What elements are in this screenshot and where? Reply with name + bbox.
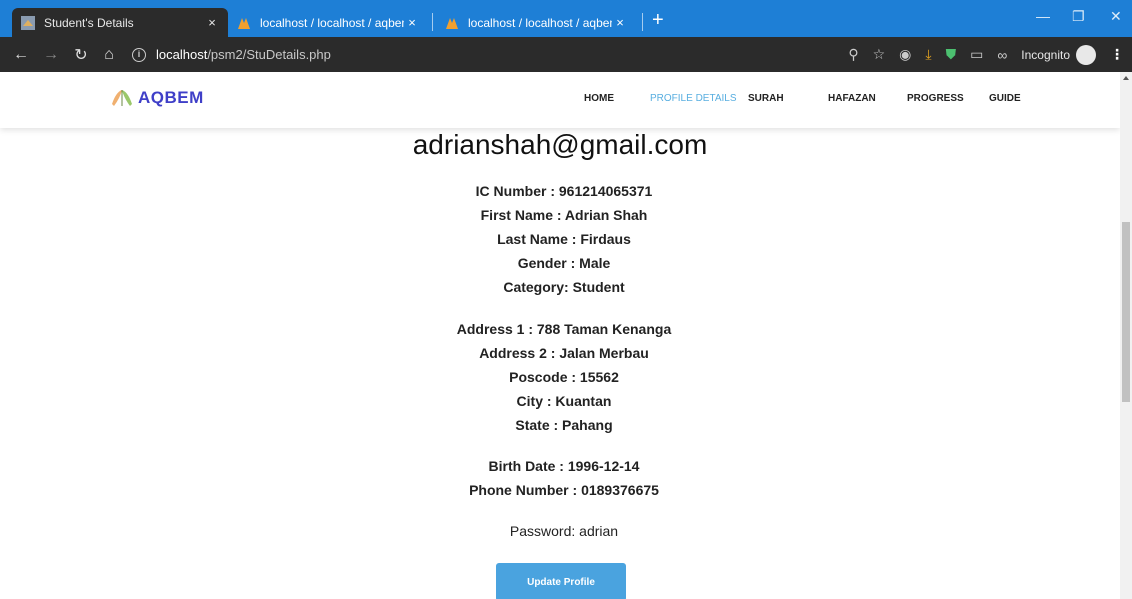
category: Category: Student <box>503 279 625 295</box>
close-window-button[interactable]: ✕ <box>1110 8 1122 25</box>
logo-text: AQBEM <box>138 88 204 107</box>
site-logo[interactable]: AQBEM <box>110 86 204 110</box>
extension-icon[interactable]: ▭ <box>970 46 983 63</box>
tab-close-icon[interactable]: × <box>404 15 420 30</box>
scrollbar-thumb[interactable] <box>1122 222 1130 402</box>
infinity-icon[interactable]: ∞ <box>997 47 1007 63</box>
phone-number: Phone Number : 0189376675 <box>469 482 659 498</box>
tab-student-details[interactable]: Student's Details × <box>12 8 228 37</box>
tab-close-icon[interactable]: × <box>612 15 628 30</box>
extension-icon[interactable]: ◉ <box>899 46 911 63</box>
address-2: Address 2 : Jalan Merbau <box>479 345 649 361</box>
page-scrollbar[interactable] <box>1120 72 1132 599</box>
poscode: Poscode : 15562 <box>509 369 619 385</box>
shield-icon[interactable]: ⛊ <box>946 46 957 63</box>
incognito-icon <box>1076 44 1096 65</box>
minimize-button[interactable]: — <box>1036 8 1050 24</box>
last-name: Last Name : Firdaus <box>497 231 631 247</box>
nav-surah[interactable]: SURAH <box>748 93 784 104</box>
menu-kebab-icon[interactable]: ⋮ <box>1110 46 1124 63</box>
tab-title: localhost / localhost / aqbem / st <box>260 15 404 30</box>
url-host: localhost <box>156 47 208 62</box>
zoom-icon[interactable]: ⚲ <box>848 46 858 63</box>
address-bar[interactable]: i localhost/psm2/StuDetails.php <box>132 47 331 62</box>
state: State : Pahang <box>515 417 613 433</box>
profile-email-heading: adrianshah@gmail.com <box>412 129 708 160</box>
browser-toolbar: ← → ↻ ⌂ i localhost/psm2/StuDetails.php … <box>0 37 1132 72</box>
tab-close-icon[interactable]: × <box>204 15 220 30</box>
nav-guide[interactable]: GUIDE <box>989 93 1021 104</box>
bookmark-star-icon[interactable]: ☆ <box>873 46 886 63</box>
logo-leaf-icon <box>112 90 132 106</box>
nav-hafazan[interactable]: HAFAZAN <box>828 93 876 104</box>
tab-phpmyadmin-2[interactable]: localhost / localhost / aqbem / st × <box>436 8 636 37</box>
url-path: /psm2/StuDetails.php <box>207 47 331 62</box>
home-icon[interactable]: ⌂ <box>98 46 120 64</box>
phpmyadmin-icon <box>238 17 250 29</box>
tab-separator <box>642 13 643 31</box>
scroll-up-icon[interactable] <box>1123 76 1129 80</box>
first-name: First Name : Adrian Shah <box>480 207 648 223</box>
nav-home[interactable]: HOME <box>584 93 614 104</box>
tab-title: Student's Details <box>44 15 134 30</box>
forward-arrow-icon[interactable]: → <box>40 46 62 64</box>
nav-profile-details[interactable]: PROFILE DETAILS <box>650 93 737 104</box>
birth-date: Birth Date : 1996-12-14 <box>488 458 640 474</box>
tab-title: localhost / localhost / aqbem / st <box>468 15 612 30</box>
reload-icon[interactable]: ↻ <box>70 45 92 65</box>
toolbar-actions: ⚲ ☆ ◉ ⤓ ⛊ ▭ ∞ Incognito ⋮ <box>848 37 1124 72</box>
browser-tabbar: Student's Details × localhost / localhos… <box>0 0 1132 37</box>
password: Password: adrian <box>509 523 619 539</box>
phpmyadmin-icon <box>446 17 458 29</box>
incognito-label: Incognito <box>1021 47 1070 62</box>
site-favicon-icon <box>21 15 35 30</box>
nav-progress[interactable]: PROGRESS <box>907 93 964 104</box>
gender: Gender : Male <box>517 255 611 271</box>
tab-phpmyadmin-1[interactable]: localhost / localhost / aqbem / st × <box>228 8 428 37</box>
address-1: Address 1 : 788 Taman Kenanga <box>456 321 672 337</box>
back-arrow-icon[interactable]: ← <box>10 46 32 64</box>
ic-number: IC Number : 961214065371 <box>475 183 653 199</box>
web-page: AQBEM HOME PROFILE DETAILS SURAH HAFAZAN… <box>0 72 1132 599</box>
site-navbar: AQBEM HOME PROFILE DETAILS SURAH HAFAZAN… <box>0 72 1120 128</box>
tab-separator <box>432 13 433 31</box>
new-tab-button[interactable]: + <box>652 10 664 30</box>
city: City : Kuantan <box>516 393 612 409</box>
site-info-icon[interactable]: i <box>132 47 146 62</box>
incognito-indicator[interactable]: Incognito <box>1021 44 1096 65</box>
restore-button[interactable]: ❐ <box>1072 8 1085 25</box>
download-icon[interactable]: ⤓ <box>925 46 931 63</box>
update-profile-button[interactable]: Update Profile <box>496 563 626 599</box>
